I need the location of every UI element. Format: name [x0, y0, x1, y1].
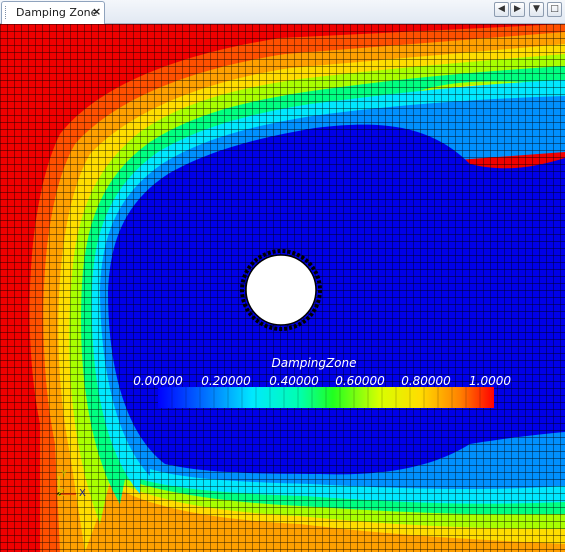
dropdown-icon[interactable]: ▼ [529, 2, 544, 17]
colorbar-tick-0: 0.00000 [133, 374, 183, 388]
axis-y-label: Y [60, 469, 68, 480]
scroll-right-icon[interactable]: ▶ [510, 2, 525, 17]
damping-zone-window: Damping Zone × ◀ ▶ ▼ □ DampingZone 0.000… [0, 0, 565, 552]
cylinder-body [245, 254, 317, 326]
tab-title: Damping Zone [16, 6, 98, 19]
scroll-left-icon[interactable]: ◀ [494, 2, 509, 17]
tab-damping-zone[interactable]: Damping Zone × [1, 1, 105, 24]
axis-x-label: X [79, 488, 86, 499]
graphics-viewport[interactable]: DampingZone 0.00000 0.20000 0.40000 0.60… [0, 24, 565, 552]
tab-grip-icon [5, 6, 9, 19]
axis-z-label: Z [57, 488, 64, 499]
colorbar-tick-2: 0.40000 [269, 374, 319, 388]
colorbar-tick-3: 0.60000 [335, 374, 385, 388]
tab-bar: Damping Zone × ◀ ▶ ▼ □ [0, 0, 565, 24]
maximize-icon[interactable]: □ [547, 2, 562, 17]
tab-close-icon[interactable]: × [92, 5, 101, 18]
colorbar-tick-4: 0.80000 [401, 374, 451, 388]
colorbar-tick-5: 1.0000 [469, 374, 511, 388]
colorbar-title: DampingZone [271, 356, 356, 370]
colorbar-tick-1: 0.20000 [201, 374, 251, 388]
